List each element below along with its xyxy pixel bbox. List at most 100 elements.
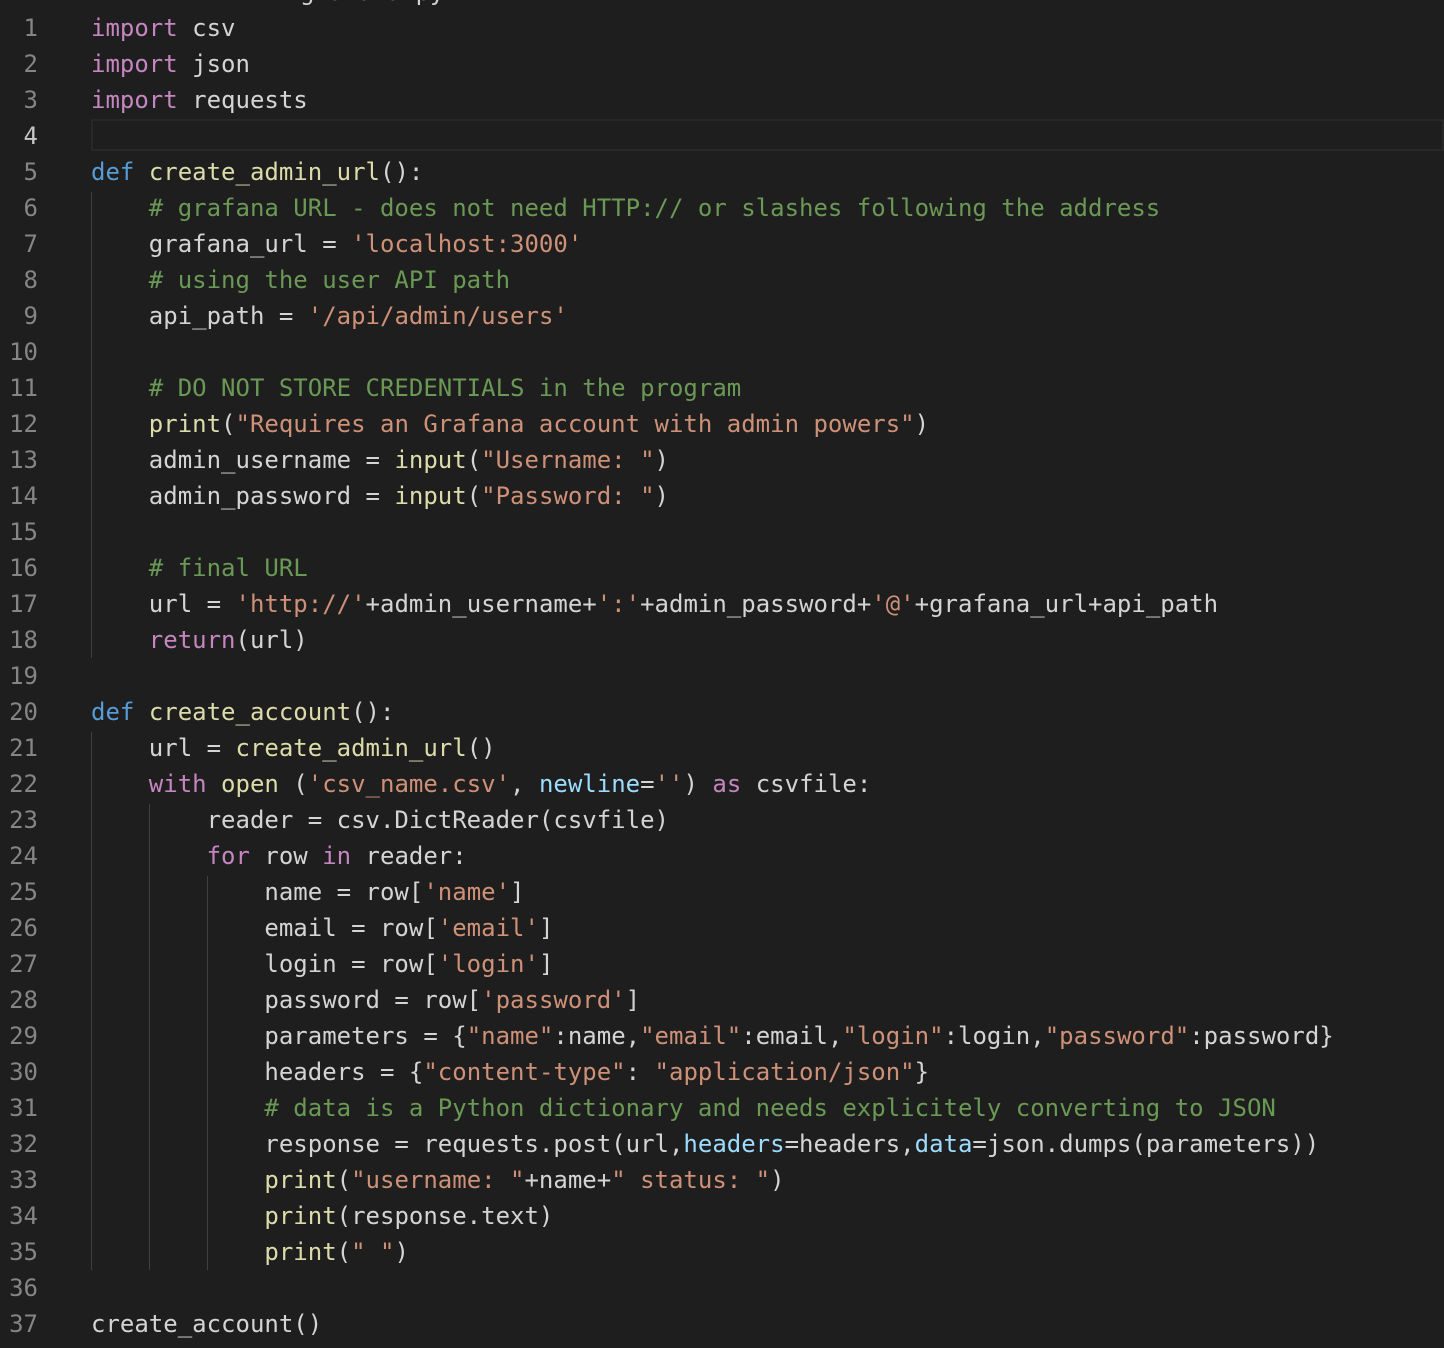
code-line[interactable]: for row in reader: (91, 838, 1444, 874)
line-number[interactable]: 15 (0, 514, 38, 550)
code-line[interactable] (91, 514, 1444, 550)
code-token: input (394, 482, 467, 510)
line-number[interactable]: 12 (0, 406, 38, 442)
line-number[interactable]: 16 (0, 550, 38, 586)
code-line[interactable]: response = requests.post(url,headers=hea… (91, 1126, 1444, 1162)
line-number[interactable]: 21 (0, 730, 38, 766)
code-token: " " (351, 1238, 395, 1266)
line-number[interactable]: 29 (0, 1018, 38, 1054)
code-token: name = row[ (91, 878, 424, 906)
code-line[interactable]: print(response.text) (91, 1198, 1444, 1234)
line-number[interactable]: 28 (0, 982, 38, 1018)
line-number[interactable]: 5 (0, 154, 38, 190)
code-token: create_admin_url (148, 158, 380, 186)
line-number[interactable]: 35 (0, 1234, 38, 1270)
line-number[interactable]: 36 (0, 1270, 38, 1306)
code-line[interactable]: import json (91, 46, 1444, 82)
line-number[interactable]: 20 (0, 694, 38, 730)
line-number[interactable]: 13 (0, 442, 38, 478)
code-area[interactable]: import csv import json import requests def … (91, 0, 1444, 1348)
code-token: ) (914, 410, 930, 438)
code-line[interactable] (91, 334, 1444, 370)
line-number[interactable]: 10 (0, 334, 38, 370)
code-line[interactable]: with open ('csv_name.csv', newline='') a… (91, 766, 1444, 802)
line-number[interactable]: 23 (0, 802, 38, 838)
code-token: requests (177, 86, 308, 114)
code-line[interactable]: password = row['password'] (91, 982, 1444, 1018)
code-token: password = row[ (91, 986, 482, 1014)
code-line[interactable]: url = 'http://'+admin_username+':'+admin… (91, 586, 1444, 622)
code-line[interactable]: # DO NOT STORE CREDENTIALS in the progra… (91, 370, 1444, 406)
line-number[interactable]: 18 (0, 622, 38, 658)
line-number[interactable]: 1 (0, 10, 38, 46)
code-line[interactable]: create_account() (91, 1306, 1444, 1342)
line-number[interactable]: 9 (0, 298, 38, 334)
code-line[interactable]: def create_admin_url(): (91, 154, 1444, 190)
line-number[interactable]: 3 (0, 82, 38, 118)
code-token: "name" (466, 1022, 554, 1050)
code-token: row (249, 842, 323, 870)
code-token: ':' (596, 590, 641, 618)
code-token: } (914, 1058, 930, 1086)
line-number[interactable]: 2 (0, 46, 38, 82)
line-number-gutter[interactable]: 1 2 3 4 5 6 7 8 9 10 11 12 13 14 15 16 17 18 19 20 21 22 23 24 2… (0, 0, 80, 1348)
code-line[interactable]: headers = {"content-type": "application/… (91, 1054, 1444, 1090)
line-number[interactable]: 37 (0, 1306, 38, 1342)
code-line[interactable]: print(" ") (91, 1234, 1444, 1270)
line-number[interactable]: 6 (0, 190, 38, 226)
line-number[interactable]: 4 (0, 118, 38, 154)
line-number[interactable]: 8 (0, 262, 38, 298)
code-token: with (148, 770, 207, 798)
code-line[interactable] (91, 118, 1444, 154)
line-number[interactable]: 22 (0, 766, 38, 802)
code-token: return (148, 626, 236, 654)
code-line[interactable]: # data is a Python dictionary and needs … (91, 1090, 1444, 1126)
code-line[interactable]: reader = csv.DictReader(csvfile) (91, 802, 1444, 838)
code-token: (response.text) (336, 1202, 554, 1230)
code-line[interactable]: import requests (91, 82, 1444, 118)
line-number[interactable]: 19 (0, 658, 38, 694)
code-line[interactable] (91, 658, 1444, 694)
code-line[interactable]: def create_account(): (91, 694, 1444, 730)
line-number[interactable]: 31 (0, 1090, 38, 1126)
line-number[interactable]: 7 (0, 226, 38, 262)
code-token: +admin_username+ (365, 590, 597, 618)
line-number[interactable]: 34 (0, 1198, 38, 1234)
code-line[interactable]: import csv (91, 10, 1444, 46)
code-line[interactable]: return(url) (91, 622, 1444, 658)
code-line[interactable]: email = row['email'] (91, 910, 1444, 946)
code-token: ( (221, 410, 236, 438)
code-token: data (914, 1130, 973, 1158)
line-number[interactable]: 26 (0, 910, 38, 946)
line-number[interactable]: 14 (0, 478, 38, 514)
line-number[interactable]: 25 (0, 874, 38, 910)
code-token: reader = csv.DictReader(csvfile) (91, 806, 669, 834)
line-number[interactable]: 32 (0, 1126, 38, 1162)
code-line[interactable]: api_path = '/api/admin/users' (91, 298, 1444, 334)
line-number[interactable]: 11 (0, 370, 38, 406)
code-line[interactable]: url = create_admin_url() (91, 730, 1444, 766)
code-line[interactable]: name = row['name'] (91, 874, 1444, 910)
code-line[interactable]: # using the user API path (91, 262, 1444, 298)
code-token: print (264, 1166, 337, 1194)
line-number[interactable]: 27 (0, 946, 38, 982)
code-line[interactable]: # final URL (91, 550, 1444, 586)
code-token: ] (510, 878, 525, 906)
code-token: :name, (553, 1022, 641, 1050)
line-number[interactable]: 33 (0, 1162, 38, 1198)
line-number[interactable]: 17 (0, 586, 38, 622)
code-line[interactable]: login = row['login'] (91, 946, 1444, 982)
line-number[interactable]: 30 (0, 1054, 38, 1090)
code-line[interactable]: print("username: "+name+" status: ") (91, 1162, 1444, 1198)
code-line[interactable]: # grafana URL - does not need HTTP:// or… (91, 190, 1444, 226)
code-line[interactable]: admin_password = input("Password: ") (91, 478, 1444, 514)
code-line[interactable]: print("Requires an Grafana account with … (91, 406, 1444, 442)
code-line[interactable]: parameters = {"name":name,"email":email,… (91, 1018, 1444, 1054)
code-line[interactable]: admin_username = input("Username: ") (91, 442, 1444, 478)
code-line[interactable]: grafana_url = 'localhost:3000' (91, 226, 1444, 262)
code-editor[interactable]: grafana.py 12345678910111213141516171819… (0, 0, 1444, 1348)
code-line[interactable] (91, 1270, 1444, 1306)
line-number[interactable]: 24 (0, 838, 38, 874)
code-token: admin_username = (91, 446, 395, 474)
